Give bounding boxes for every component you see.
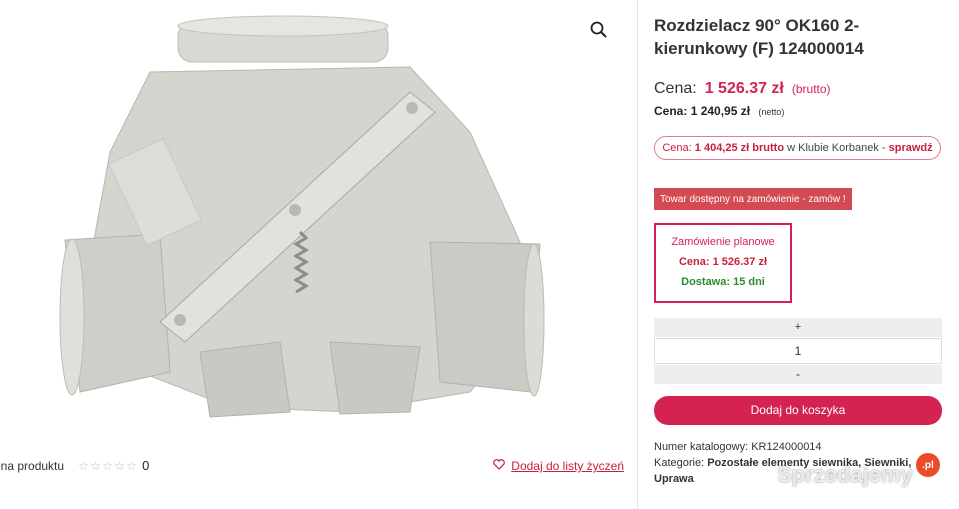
club-price-link[interactable]: Cena: 1 404,25 zł brutto w Klubie Korban… bbox=[654, 136, 941, 160]
product-title: Rozdzielacz 90° OK160 2-kierunkowy (F) 1… bbox=[654, 16, 864, 58]
rating-stars[interactable]: ☆ ☆ ☆ ☆ ☆ bbox=[78, 459, 138, 473]
net-price-value: 1 240,95 zł bbox=[690, 104, 751, 118]
watermark-text: Sprzedajemy bbox=[777, 462, 913, 487]
rating-label: ena produktu bbox=[0, 458, 65, 473]
net-price-label: Cena: bbox=[654, 104, 688, 118]
quantity-input[interactable]: 1 bbox=[654, 338, 942, 364]
planned-order-title: Zamówienie planowe bbox=[671, 236, 775, 248]
club-price-value: 1 404,25 zł brutto bbox=[694, 142, 785, 154]
quantity-decrease-button[interactable]: - bbox=[654, 365, 942, 384]
product-image[interactable] bbox=[50, 12, 570, 432]
product-rating: ena produktu ☆ ☆ ☆ ☆ ☆ 0 bbox=[0, 458, 149, 473]
club-check-link[interactable]: sprawdź bbox=[889, 142, 933, 154]
add-to-wishlist-link[interactable]: Dodaj do listy życzeń bbox=[493, 459, 624, 473]
star-icon[interactable]: ☆ bbox=[114, 459, 126, 473]
zoom-icon[interactable] bbox=[589, 20, 609, 40]
net-price: Cena: 1 240,95 zł (netto) bbox=[654, 104, 784, 118]
net-price-suffix: (netto) bbox=[758, 107, 785, 117]
product-details: Rozdzielacz 90° OK160 2-kierunkowy (F) 1… bbox=[638, 0, 959, 509]
planned-order-box[interactable]: Zamówienie planowe Cena: 1 526.37 zł Dos… bbox=[654, 223, 792, 303]
quantity-increase-button[interactable]: + bbox=[654, 318, 942, 337]
star-icon[interactable]: ☆ bbox=[126, 459, 138, 473]
availability-badge: Towar dostępny na zamówienie - zamów ! bbox=[654, 188, 852, 210]
wishlist-label[interactable]: Dodaj do listy życzeń bbox=[511, 459, 624, 473]
add-to-cart-button[interactable]: Dodaj do koszyka bbox=[654, 396, 942, 425]
rating-count: 0 bbox=[142, 458, 150, 473]
price-value: 1 526.37 zł bbox=[704, 80, 784, 97]
star-icon[interactable]: ☆ bbox=[78, 459, 90, 473]
heart-icon bbox=[493, 459, 506, 473]
planned-order-price: Cena: 1 526.37 zł bbox=[678, 256, 768, 268]
planned-order-delivery: Dostawa: 15 dni bbox=[681, 276, 765, 288]
star-icon[interactable]: ☆ bbox=[90, 459, 102, 473]
product-gallery: ena produktu ☆ ☆ ☆ ☆ ☆ 0 Dodaj do listy … bbox=[0, 0, 637, 509]
watermark-badge: .pl bbox=[916, 453, 940, 477]
star-icon[interactable]: ☆ bbox=[102, 459, 114, 473]
club-price-label: Cena: bbox=[662, 142, 692, 154]
catalog-number: Numer katalogowy: KR124000014 bbox=[654, 441, 822, 453]
gross-price: Cena: 1 526.37 zł (brutto) bbox=[654, 80, 831, 98]
categories-label: Kategorie: bbox=[654, 457, 705, 469]
club-price-text: w Klubie Korbanek - bbox=[787, 142, 886, 154]
price-label: Cena: bbox=[654, 80, 697, 97]
price-suffix: (brutto) bbox=[791, 82, 831, 96]
